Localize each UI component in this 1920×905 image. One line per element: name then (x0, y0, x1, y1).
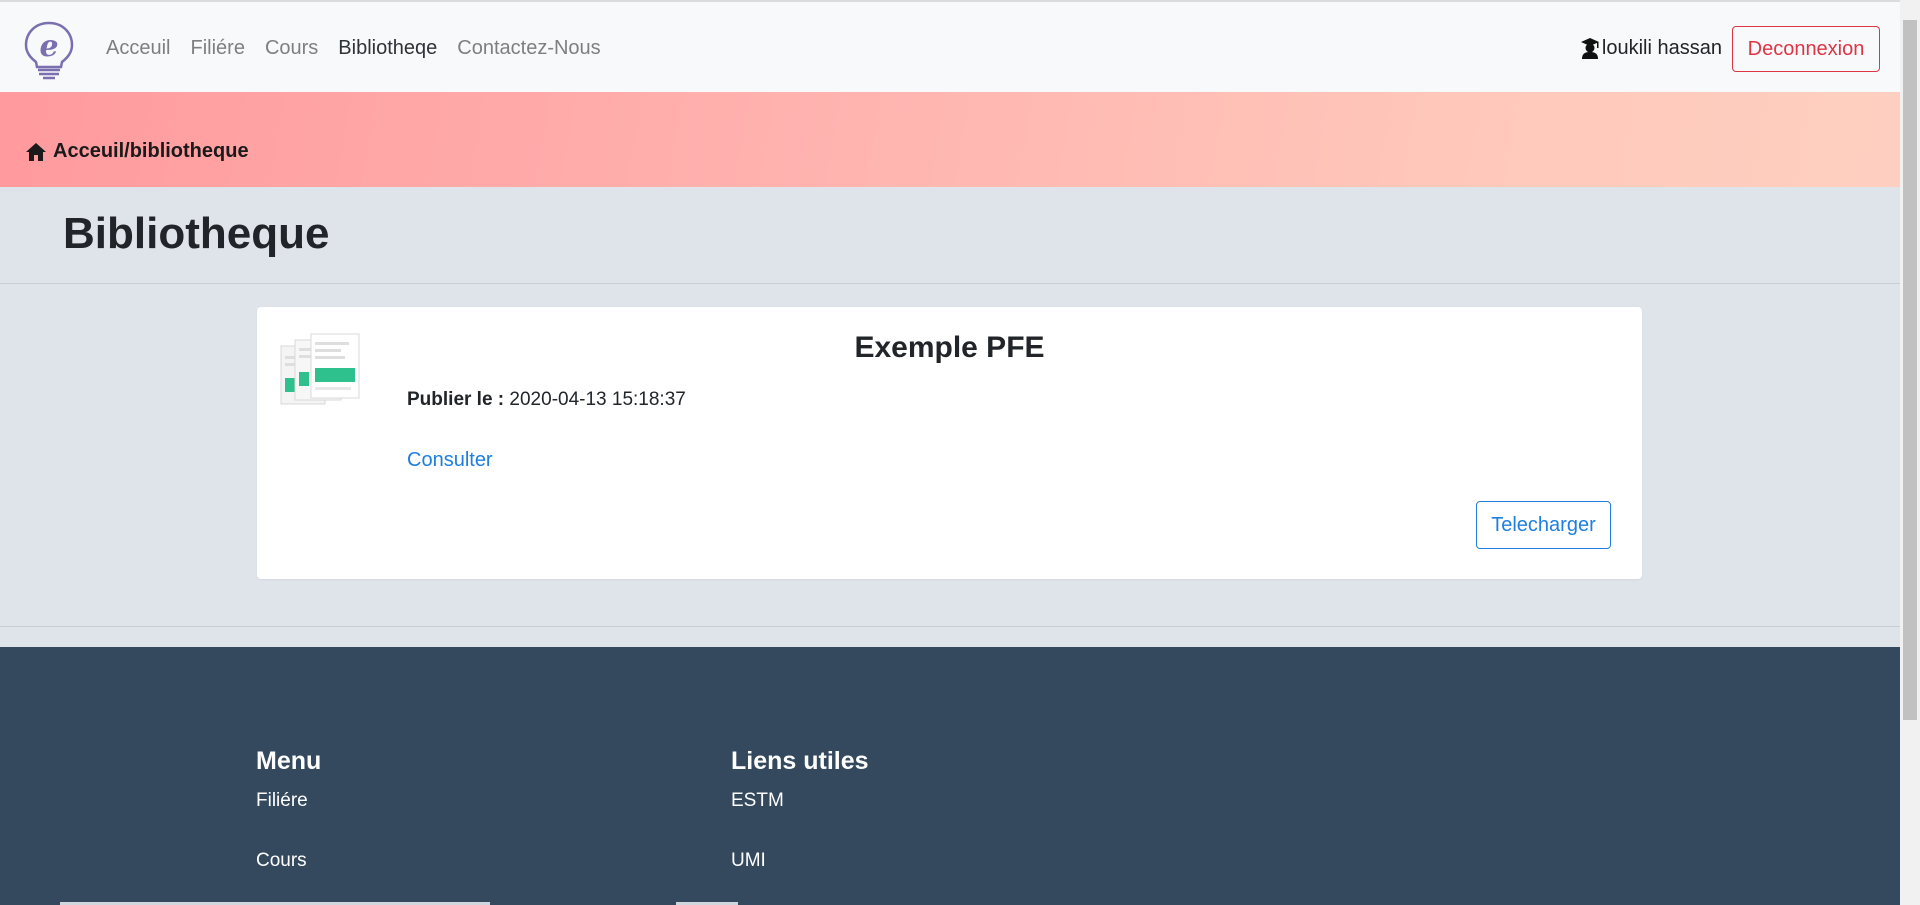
footer-menu: Menu Filiére Cours (256, 747, 321, 872)
section-divider (0, 626, 1900, 627)
title-section: Bibliotheque (0, 187, 1900, 284)
nav-link-contact[interactable]: Contactez-Nous (457, 37, 600, 60)
user-name: loukili hassan (1601, 36, 1722, 59)
footer-menu-title: Menu (256, 747, 322, 775)
footer-link-cours[interactable]: Cours (256, 850, 321, 872)
nav-link-cours[interactable]: Cours (265, 37, 318, 60)
download-button[interactable]: Telecharger (1476, 501, 1611, 549)
footer-link-filiere[interactable]: Filiére (256, 790, 321, 812)
nav-link-acceuil[interactable]: Acceuil (106, 37, 170, 60)
page: e Acceuil Filiére Cours Bibliotheqe Cont… (0, 0, 1900, 905)
logout-button[interactable]: Deconnexion (1732, 26, 1880, 72)
document-card: Exemple PFE Publier le : 2020-04-13 15:1… (257, 307, 1642, 579)
scrollbar-thumb[interactable] (1903, 20, 1917, 720)
graduate-user-icon (1580, 38, 1599, 59)
nav-links: Acceuil Filiére Cours Bibliotheqe Contac… (106, 2, 621, 94)
published-value: 2020-04-13 15:18:37 (509, 389, 686, 410)
consult-link[interactable]: Consulter (407, 449, 493, 472)
breadcrumb-banner: Acceuil/bibliotheque (0, 92, 1900, 187)
home-icon (26, 142, 46, 161)
vertical-scrollbar[interactable] (1900, 0, 1920, 905)
footer-link-umi[interactable]: UMI (731, 850, 869, 872)
breadcrumb-text[interactable]: Acceuil/bibliotheque (53, 140, 249, 163)
footer-useful-links: Liens utiles ESTM UMI (731, 747, 869, 872)
footer-link-estm[interactable]: ESTM (731, 790, 869, 812)
top-navbar: e Acceuil Filiére Cours Bibliotheqe Cont… (0, 0, 1900, 92)
nav-link-bibliotheque[interactable]: Bibliotheqe (338, 37, 437, 60)
breadcrumb: Acceuil/bibliotheque (25, 140, 249, 163)
lightbulb-e-logo-icon[interactable]: e (19, 20, 79, 80)
published-date: Publier le : 2020-04-13 15:18:37 (407, 389, 686, 411)
footer-links-title: Liens utiles (731, 747, 869, 775)
nav-link-filiere[interactable]: Filiére (190, 37, 244, 60)
published-label: Publier le : (407, 389, 505, 410)
document-title: Exemple PFE (854, 331, 1045, 364)
user-menu[interactable]: loukili hassan (1580, 2, 1722, 94)
page-title: Bibliotheque (63, 209, 330, 258)
svg-text:e: e (39, 29, 58, 64)
footer: Menu Filiére Cours Liens utiles ESTM UMI (0, 647, 1900, 905)
